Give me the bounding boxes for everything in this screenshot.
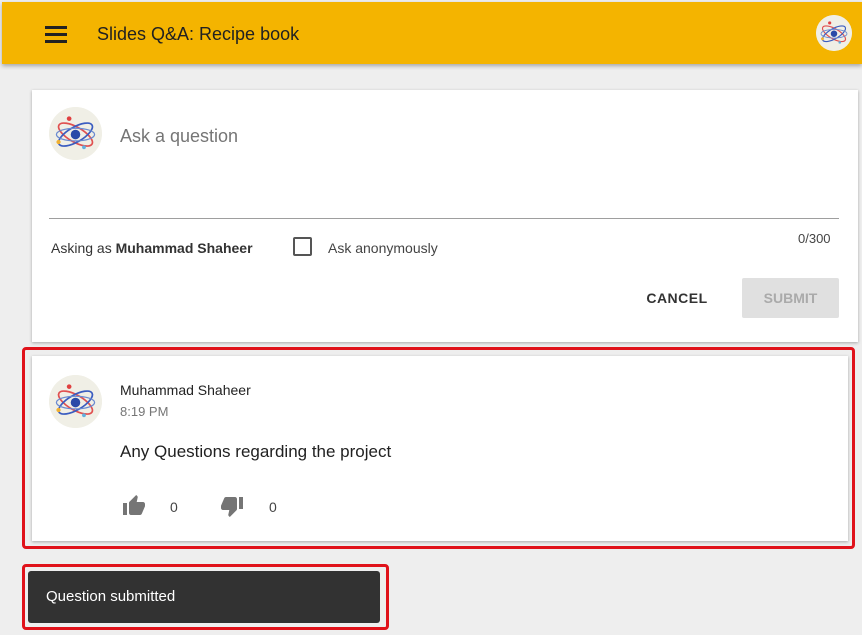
author-avatar (49, 375, 102, 428)
asking-as-label: Asking as Muhammad Shaheer (51, 240, 253, 256)
character-count: 0/300 (798, 231, 831, 246)
snackbar: Question submitted (28, 571, 380, 623)
input-underline (49, 218, 839, 219)
page-title: Slides Q&A: Recipe book (97, 24, 300, 44)
app-header: Slides Q&A: Recipe book (2, 2, 862, 64)
submit-button[interactable]: SUBMIT (742, 278, 839, 318)
asking-user-name: Muhammad Shaheer (115, 240, 253, 256)
ask-anonymously-label[interactable]: Ask anonymously (328, 240, 438, 256)
user-avatar (49, 107, 102, 160)
snackbar-message: Question submitted (46, 588, 176, 605)
question-author: Muhammad Shaheer (120, 382, 251, 398)
account-avatar[interactable] (816, 15, 852, 51)
question-input[interactable] (120, 126, 820, 147)
question-time: 8:19 PM (120, 404, 169, 419)
question-text: Any Questions regarding the project (120, 442, 392, 461)
asking-as-prefix: Asking as (51, 240, 116, 256)
downvote-count: 0 (269, 499, 277, 515)
thumbs-up-icon[interactable] (120, 494, 148, 518)
thumbs-down-icon[interactable] (218, 494, 246, 518)
cancel-button[interactable]: CANCEL (634, 280, 720, 316)
menu-icon[interactable] (45, 26, 67, 43)
upvote-count: 0 (170, 499, 178, 515)
ask-anonymously-checkbox[interactable] (293, 237, 312, 256)
